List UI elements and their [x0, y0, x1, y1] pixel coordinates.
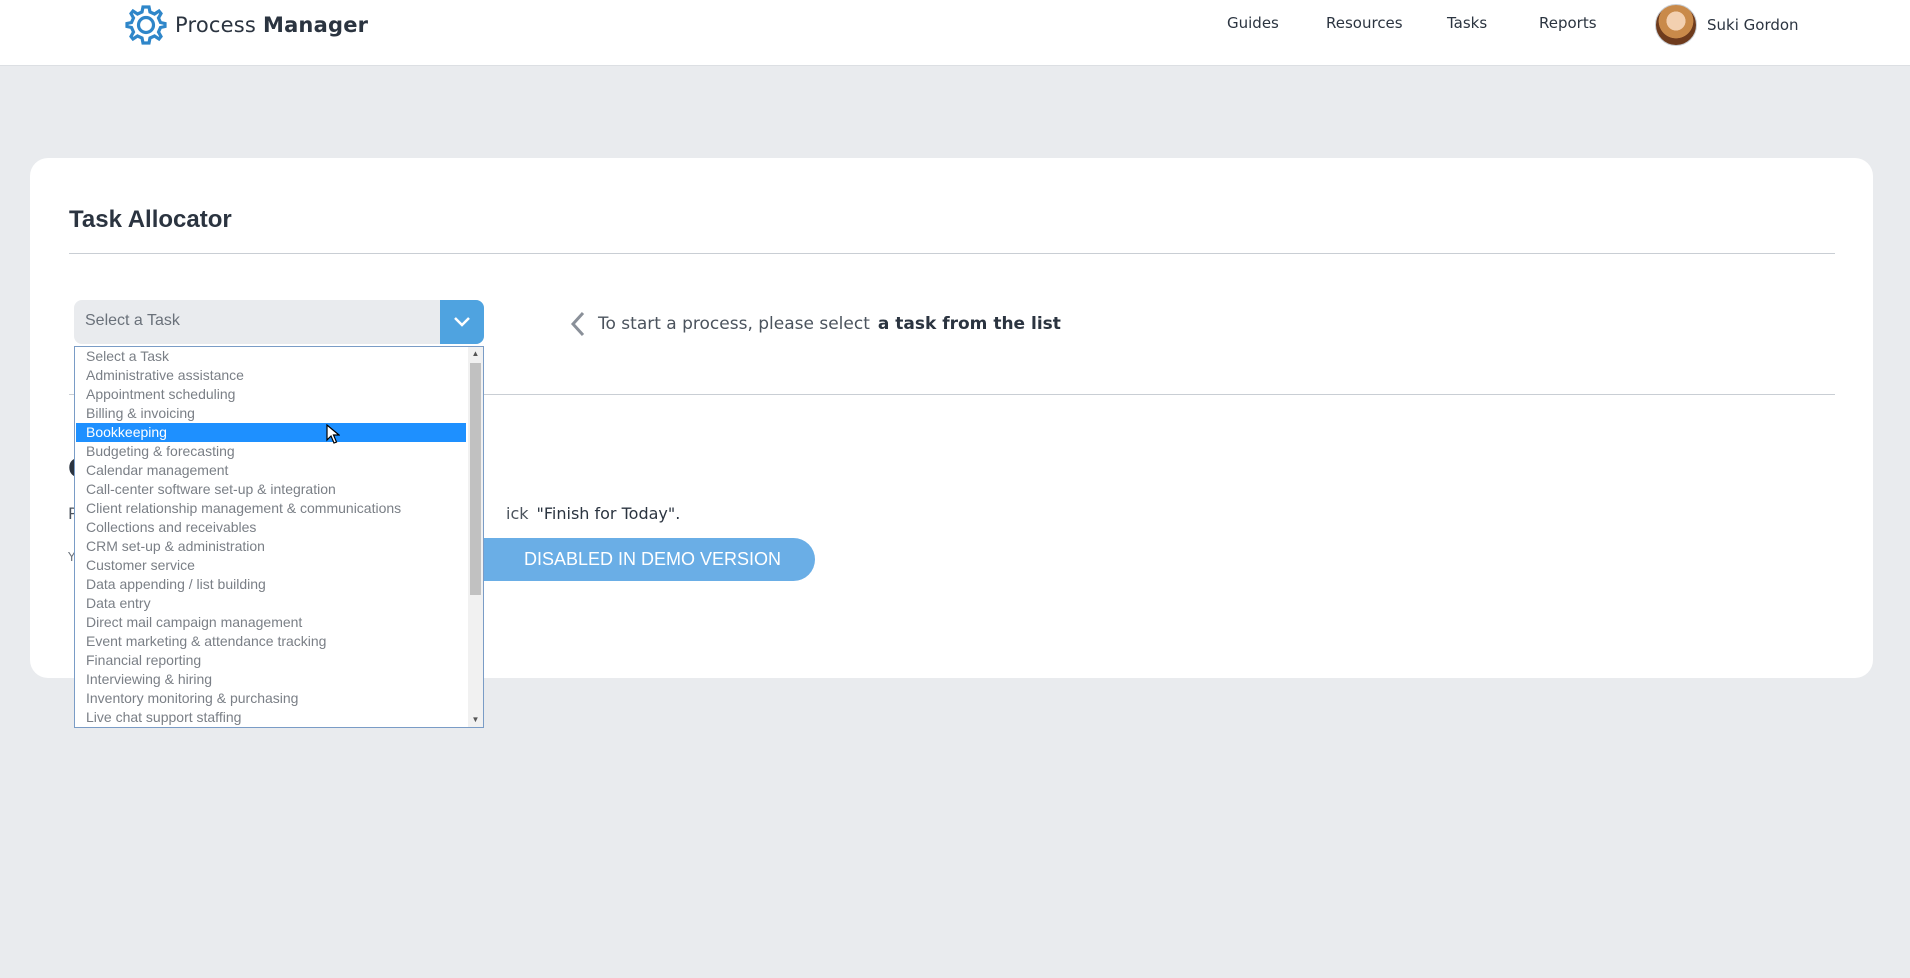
dropdown-option[interactable]: CRM set-up & administration [76, 537, 466, 556]
app-name: Process Manager [175, 13, 368, 37]
app-logo[interactable]: Process Manager [125, 4, 368, 46]
scroll-thumb[interactable] [470, 363, 481, 595]
task-select[interactable]: Select a Task [74, 300, 484, 344]
scroll-down-arrow-icon[interactable]: ▼ [468, 713, 483, 727]
dropdown-option[interactable]: Billing & invoicing [76, 404, 466, 423]
dropdown-option[interactable]: Call-center software set-up & integratio… [76, 480, 466, 499]
finish-for-today-button[interactable]: DISABLED IN DEMO VERSION [470, 538, 815, 581]
dropdown-option[interactable]: Event marketing & attendance tracking [76, 632, 466, 651]
select-toggle-button[interactable] [440, 300, 484, 344]
nav-resources[interactable]: Resources [1326, 14, 1403, 32]
dropdown-option[interactable]: Customer service [76, 556, 466, 575]
instruction-text-end: ick "Finish for Today". [506, 504, 680, 523]
dropdown-option[interactable]: Administrative assistance [76, 366, 466, 385]
dropdown-option[interactable]: Financial reporting [76, 651, 466, 670]
dropdown-option[interactable]: Direct mail campaign management [76, 613, 466, 632]
mouse-cursor-icon [326, 424, 340, 444]
task-dropdown-list[interactable]: Select a Task Administrative assistance … [74, 346, 484, 728]
title-divider [69, 253, 1835, 254]
app-name-bold: Manager [262, 13, 369, 37]
dropdown-option[interactable]: Interviewing & hiring [76, 670, 466, 689]
dropdown-option[interactable]: Live chat support staffing [76, 708, 466, 727]
instruction-tail: ick [506, 504, 529, 523]
dropdown-option[interactable]: Select a Task [76, 347, 466, 366]
dropdown-option[interactable]: Budgeting & forecasting [76, 442, 466, 461]
dropdown-option[interactable]: Client relationship management & communi… [76, 499, 466, 518]
user-menu[interactable]: Suki Gordon [1655, 4, 1799, 46]
dropdown-option[interactable]: Calendar management [76, 461, 466, 480]
app-name-light: Process [175, 13, 257, 37]
dropdown-option[interactable]: Inventory monitoring & purchasing [76, 689, 466, 708]
dropdown-option-selected[interactable]: Bookkeeping [76, 423, 466, 442]
dropdown-option[interactable]: Data entry [76, 594, 466, 613]
nav-guides[interactable]: Guides [1227, 14, 1279, 32]
select-hint: To start a process, please select a task… [570, 311, 1061, 337]
dropdown-option[interactable]: Data appending / list building [76, 575, 466, 594]
avatar[interactable] [1655, 4, 1697, 46]
task-select-value: Select a Task [85, 312, 180, 329]
gear-logo-icon [125, 5, 167, 45]
scroll-up-arrow-icon[interactable]: ▲ [468, 347, 483, 361]
nav-tasks[interactable]: Tasks [1447, 14, 1487, 32]
hint-text: To start a process, please select [598, 314, 870, 334]
dropdown-option[interactable]: Appointment scheduling [76, 385, 466, 404]
dropdown-scrollbar[interactable]: ▲ ▼ [468, 347, 483, 727]
user-name: Suki Gordon [1707, 16, 1799, 34]
hint-bold-text: a task from the list [877, 314, 1061, 334]
top-navigation-bar: Process Manager Guides Resources Tasks R… [0, 0, 1910, 66]
page-title: Task Allocator [69, 206, 232, 233]
nav-reports[interactable]: Reports [1539, 14, 1597, 32]
dropdown-option[interactable]: Collections and receivables [76, 518, 466, 537]
chevron-left-icon [570, 311, 585, 337]
chevron-down-icon [454, 317, 470, 327]
instruction-quote: "Finish for Today". [536, 504, 681, 523]
